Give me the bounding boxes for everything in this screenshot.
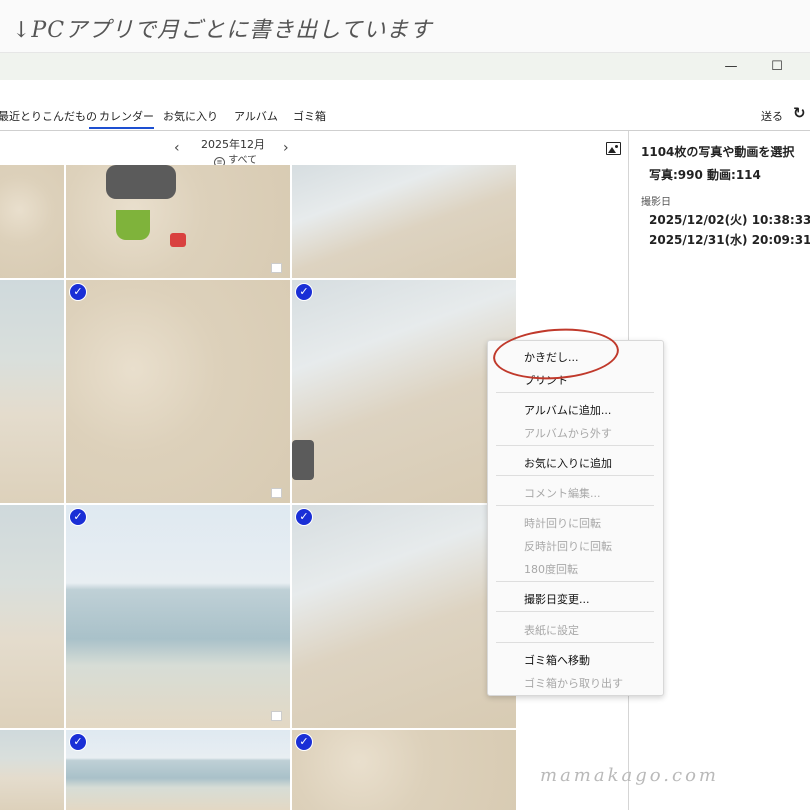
tab-album[interactable]: アルバム bbox=[234, 108, 278, 124]
selected-check-icon[interactable]: ✓ bbox=[69, 283, 87, 301]
photo-thumbnail[interactable] bbox=[0, 280, 64, 503]
selected-check-icon[interactable]: ✓ bbox=[295, 508, 313, 526]
menu-separator bbox=[496, 445, 654, 446]
menu-restore-trash[interactable]: ゴミ箱から取り出す bbox=[524, 675, 623, 691]
title-bar bbox=[0, 52, 810, 81]
menu-separator bbox=[496, 392, 654, 393]
selected-check-icon[interactable]: ✓ bbox=[69, 508, 87, 526]
selected-check-icon[interactable]: ✓ bbox=[69, 733, 87, 751]
menu-edit-comment[interactable]: コメント編集... bbox=[524, 485, 601, 501]
selected-check-icon[interactable]: ✓ bbox=[295, 733, 313, 751]
date-to: 2025/12/31(水) 20:09:31 bbox=[649, 233, 810, 247]
prev-month-button[interactable]: ‹ bbox=[174, 140, 180, 156]
tab-recent[interactable]: 最近とりこんだもの bbox=[0, 108, 97, 124]
menu-remove-album[interactable]: アルバムから外す bbox=[524, 425, 612, 441]
select-box[interactable] bbox=[271, 711, 282, 721]
context-menu: かきだし... プリント アルバムに追加... アルバムから外す お気に入りに追… bbox=[487, 340, 664, 696]
photo-thumbnail[interactable]: ✓ bbox=[292, 505, 516, 728]
menu-rotate-180[interactable]: 180度回転 bbox=[524, 561, 578, 577]
send-button[interactable]: 送る bbox=[761, 108, 783, 124]
selection-title: 1104枚の写真や動画を選択 bbox=[641, 145, 795, 159]
date-from: 2025/12/02(火) 10:38:33~ bbox=[649, 213, 810, 227]
menu-change-date[interactable]: 撮影日変更... bbox=[524, 591, 590, 607]
photo-thumbnail[interactable]: ✓ bbox=[66, 505, 290, 728]
month-label: 2025年12月 bbox=[201, 138, 265, 151]
photo-thumbnail[interactable]: ✓ bbox=[66, 280, 290, 503]
menu-separator bbox=[496, 505, 654, 506]
date-label: 撮影日 bbox=[641, 197, 671, 208]
menu-move-trash[interactable]: ゴミ箱へ移動 bbox=[524, 652, 590, 668]
menu-rotate-cw[interactable]: 時計回りに回転 bbox=[524, 515, 601, 531]
toolbar-spacer bbox=[0, 80, 810, 100]
menu-add-favorite[interactable]: お気に入りに追加 bbox=[524, 455, 612, 471]
person-legs bbox=[292, 440, 314, 480]
menu-separator bbox=[496, 475, 654, 476]
menu-separator bbox=[496, 611, 654, 612]
menu-set-cover[interactable]: 表紙に設定 bbox=[524, 622, 579, 638]
photo-thumbnail[interactable] bbox=[66, 165, 290, 278]
selection-counts: 写真:990 動画:114 bbox=[649, 168, 761, 182]
select-box[interactable] bbox=[271, 488, 282, 498]
photo-thumbnail[interactable]: ✓ bbox=[66, 730, 290, 810]
photo-thumbnail[interactable]: ✓ bbox=[292, 730, 516, 810]
photo-thumbnail[interactable]: ✓ bbox=[292, 280, 516, 503]
caption-text: ↓PCアプリで月ごとに書き出しています bbox=[12, 18, 433, 43]
menu-separator bbox=[496, 581, 654, 582]
minimize-button[interactable]: — bbox=[708, 52, 754, 80]
photo-thumbnail[interactable] bbox=[0, 165, 64, 278]
photo-thumbnail[interactable] bbox=[0, 730, 64, 810]
maximize-button[interactable]: ☐ bbox=[754, 52, 800, 80]
tab-calendar[interactable]: カレンダー bbox=[99, 108, 154, 124]
tab-favorites[interactable]: お気に入り bbox=[163, 108, 218, 124]
selected-check-icon[interactable]: ✓ bbox=[295, 283, 313, 301]
menu-add-album[interactable]: アルバムに追加... bbox=[524, 402, 611, 418]
image-view-icon[interactable] bbox=[606, 142, 621, 155]
tab-trash[interactable]: ゴミ箱 bbox=[293, 108, 326, 124]
menu-separator bbox=[496, 642, 654, 643]
menu-rotate-ccw[interactable]: 反時計回りに回転 bbox=[524, 538, 612, 554]
select-box[interactable] bbox=[271, 263, 282, 273]
next-month-button[interactable]: › bbox=[283, 140, 289, 156]
active-tab-indicator bbox=[89, 127, 154, 129]
watermark: mamakago.com bbox=[540, 765, 719, 786]
child-figure bbox=[106, 165, 176, 199]
photo-thumbnail[interactable] bbox=[292, 165, 516, 278]
photo-thumbnail[interactable] bbox=[0, 505, 64, 728]
toy-shovel bbox=[170, 233, 186, 247]
refresh-icon[interactable]: ↻ bbox=[793, 104, 806, 122]
toy-bucket bbox=[116, 210, 150, 240]
